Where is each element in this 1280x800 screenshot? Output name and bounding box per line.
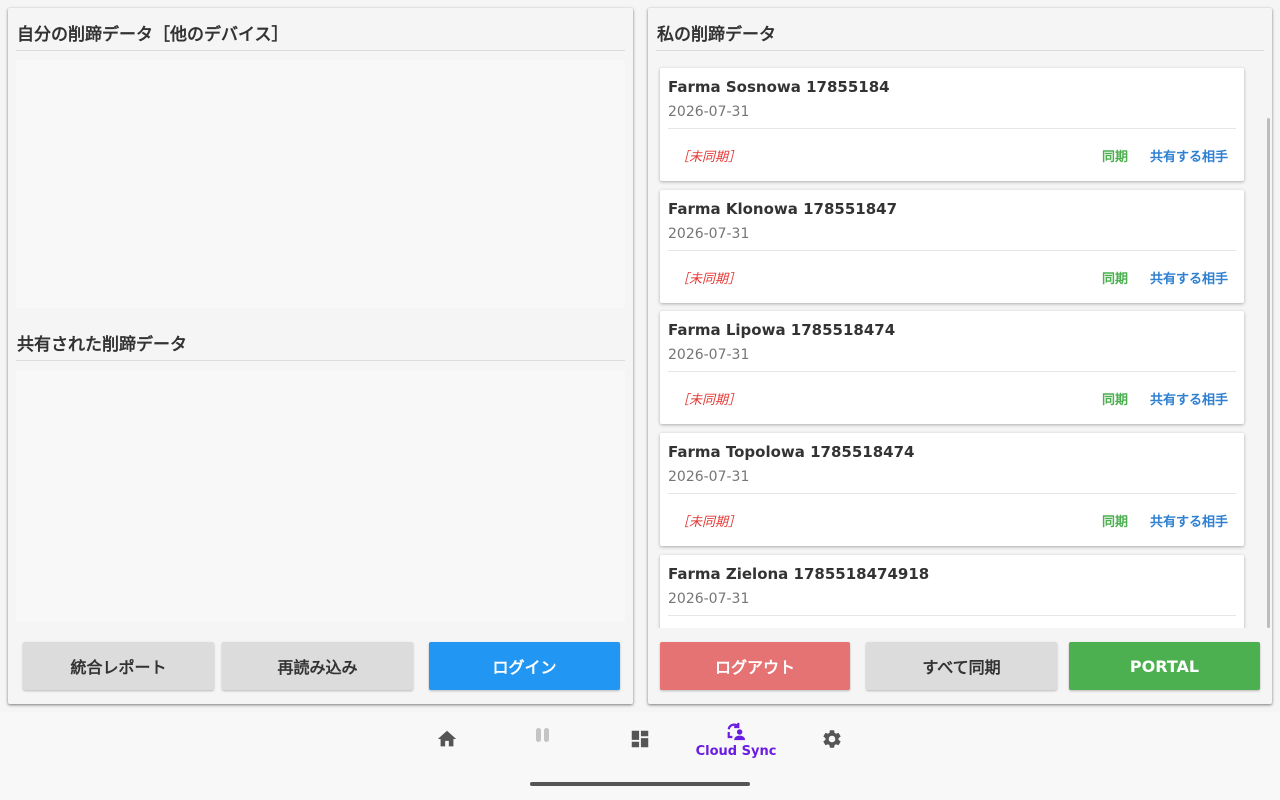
sync-link[interactable]: 同期 [1102,511,1128,530]
farm-name: Farma Zielona 1785518474918 [668,565,930,583]
sync-all-button[interactable]: すべて同期 [866,642,1057,690]
farm-card[interactable]: Farma Topolowa 1785518474 2026-07-31 ［未同… [660,433,1244,546]
nav-pause[interactable] [495,726,591,770]
nav-settings[interactable] [784,728,880,772]
pause-icon [534,726,552,744]
farm-date: 2026-07-31 [668,347,750,363]
card-divider [668,250,1236,251]
farm-date: 2026-07-31 [668,104,750,120]
card-divider [668,128,1236,129]
nav-home[interactable] [399,728,495,772]
farm-name: Farma Topolowa 1785518474 [668,443,915,461]
farm-date: 2026-07-31 [668,226,750,242]
my-data-title: 私の削蹄データ [656,8,1264,51]
farm-date: 2026-07-31 [668,469,750,485]
farm-card[interactable]: Farma Sosnowa 17855184 2026-07-31 ［未同期］ … [660,68,1244,181]
home-icon [436,728,458,750]
my-data-list[interactable]: Farma Sosnowa 17855184 2026-07-31 ［未同期］ … [648,60,1272,628]
scrollbar[interactable] [1267,118,1270,628]
my-data-panel: 私の削蹄データ Farma Sosnowa 17855184 2026-07-3… [648,8,1272,704]
dashboard-icon [629,728,651,750]
farm-name: Farma Sosnowa 17855184 [668,78,890,96]
share-with-link[interactable]: 共有する相手 [1150,146,1228,165]
unsynced-status: ［未同期］ [676,272,742,287]
farm-card[interactable]: Farma Klonowa 178551847 2026-07-31 ［未同期］… [660,190,1244,303]
home-indicator[interactable] [530,782,750,786]
farm-date: 2026-07-31 [668,591,750,607]
bottom-navigation: Cloud Sync [0,712,1280,800]
unsynced-status: ［未同期］ [676,515,742,530]
farm-name: Farma Klonowa 178551847 [668,200,898,218]
sync-link[interactable]: 同期 [1102,389,1128,408]
other-devices-panel: 自分の削蹄データ［他のデバイス］ 共有された削蹄データ 統合レポート 再読み込み… [8,8,633,704]
logout-button[interactable]: ログアウト [660,642,850,690]
nav-cloud-sync[interactable]: Cloud Sync [688,722,784,766]
shared-data-list [16,370,625,622]
gear-icon [821,728,843,750]
unsynced-status: ［未同期］ [676,393,742,408]
card-divider [668,371,1236,372]
nav-cloud-sync-label: Cloud Sync [695,744,777,759]
combined-report-button[interactable]: 統合レポート [23,642,214,690]
sync-link[interactable]: 同期 [1102,146,1128,165]
unsynced-status: ［未同期］ [676,150,742,165]
share-with-link[interactable]: 共有する相手 [1150,389,1228,408]
portal-button[interactable]: PORTAL [1069,642,1260,690]
other-devices-title: 自分の削蹄データ［他のデバイス］ [16,8,625,51]
share-with-link[interactable]: 共有する相手 [1150,511,1228,530]
nav-dashboard[interactable] [592,728,688,772]
sync-link[interactable]: 同期 [1102,268,1128,287]
farm-card[interactable]: Farma Lipowa 1785518474 2026-07-31 ［未同期］… [660,311,1244,424]
cloud-sync-icon [725,722,747,742]
login-button[interactable]: ログイン [429,642,620,690]
reload-button[interactable]: 再読み込み [222,642,413,690]
other-devices-list [16,60,625,308]
share-with-link[interactable]: 共有する相手 [1150,268,1228,287]
card-divider [668,615,1236,616]
card-divider [668,493,1236,494]
farm-name: Farma Lipowa 1785518474 [668,321,896,339]
farm-card[interactable]: Farma Zielona 1785518474918 2026-07-31 [660,555,1244,628]
shared-data-title: 共有された削蹄データ [16,318,625,361]
